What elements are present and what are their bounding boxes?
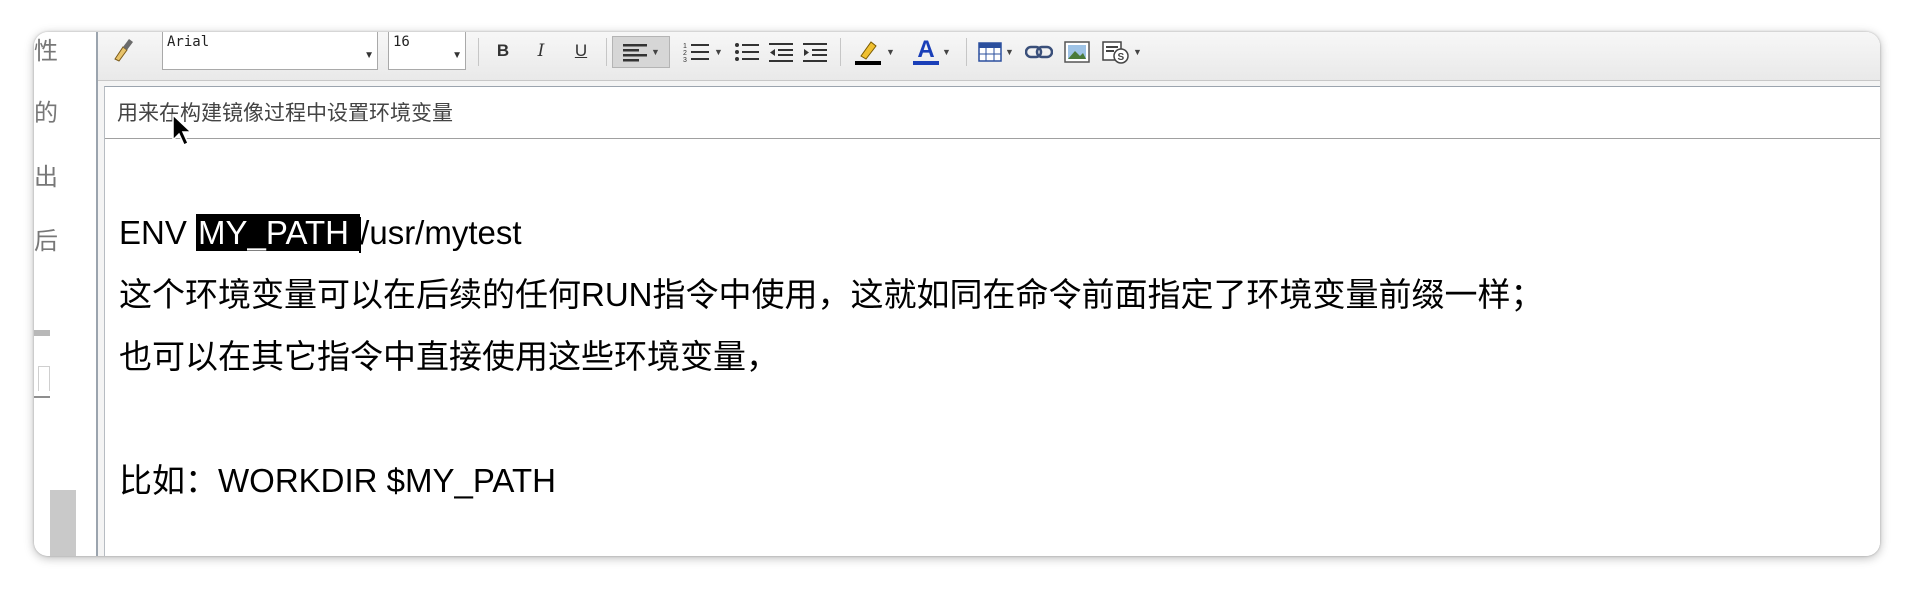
ordered-list-button[interactable]: 123 ▼: [680, 38, 726, 66]
svg-text:1: 1: [683, 43, 687, 50]
left-divider: [38, 366, 50, 391]
font-color-swatch: [913, 61, 940, 65]
italic-button[interactable]: I: [528, 38, 554, 64]
svg-text:S: S: [1118, 52, 1125, 63]
font-color-icon: A: [917, 36, 935, 63]
env-path: /usr/mytest: [360, 214, 522, 251]
note-title[interactable]: 用来在构建镜像过程中设置环境变量: [105, 87, 1880, 139]
font-size-value: 16: [393, 34, 410, 50]
font-size-select[interactable]: 16 ▼: [388, 32, 466, 70]
body-line-description: 这个环境变量可以在后续的任何RUN指令中使用，这就如同在命令前面指定了环境变量前…: [119, 276, 1544, 313]
sidebar-char: 后: [34, 228, 58, 255]
font-family-value: Arial: [167, 34, 210, 50]
align-left-button[interactable]: ▼: [612, 36, 670, 68]
outdent-icon: [769, 43, 793, 62]
toolbar-separator: [606, 38, 607, 66]
align-left-icon: [623, 44, 648, 62]
ordered-list-icon: 123: [683, 43, 710, 63]
editor-toolbar: Arial ▼ 16 ▼ B I U ▼ 123 ▼ ▼ A ▼ ▼ S ▼: [98, 32, 1880, 81]
chevron-down-icon: ▼: [942, 47, 951, 57]
body-line-example: 比如：WORKDIR $MY_PATH: [119, 462, 556, 499]
chevron-down-icon: ▼: [452, 50, 462, 61]
chevron-down-icon: ▼: [651, 47, 660, 57]
toolbar-separator: [966, 38, 967, 66]
left-divider: [34, 396, 50, 398]
sidebar-char: 出: [34, 164, 58, 191]
table-icon: [978, 42, 1002, 62]
toolbar-separator: [478, 38, 479, 66]
left-panel: 性 的 出 后: [34, 32, 96, 556]
body-line-env: ENV MY_PATH /usr/mytest: [119, 213, 522, 254]
left-scrollbar-thumb[interactable]: [50, 490, 76, 556]
outdent-button[interactable]: [766, 38, 796, 66]
mouse-pointer-icon: [172, 114, 192, 147]
font-color-button[interactable]: A ▼: [906, 36, 958, 68]
underline-button[interactable]: U: [568, 38, 594, 64]
rich-text-editor: Arial ▼ 16 ▼ B I U ▼ 123 ▼ ▼ A ▼ ▼ S ▼ 用…: [96, 32, 1880, 556]
highlighter-icon: [855, 41, 882, 65]
insert-image-button[interactable]: [1060, 38, 1094, 66]
code-snippet-icon: S: [1102, 41, 1129, 64]
bulleted-list-icon: [735, 43, 759, 61]
image-icon: [1064, 41, 1090, 63]
bold-button[interactable]: B: [490, 38, 516, 64]
document-area[interactable]: 用来在构建镜像过程中设置环境变量 ENV MY_PATH /usr/mytest…: [104, 86, 1880, 556]
left-divider: [34, 330, 50, 336]
sidebar-char: 的: [34, 100, 58, 127]
selected-text: MY_PATH: [196, 214, 361, 251]
chevron-down-icon: ▼: [886, 47, 895, 57]
indent-button[interactable]: [800, 38, 830, 66]
chevron-down-icon: ▼: [1133, 47, 1142, 57]
editor-window: 性 的 出 后 Arial ▼ 16 ▼ B I U ▼ 1 2 3 ▼ ▼ A…: [34, 32, 1880, 556]
highlight-color-button[interactable]: ▼: [848, 36, 900, 68]
insert-table-button[interactable]: ▼: [974, 38, 1018, 66]
body-line-usage: 也可以在其它指令中直接使用这些环境变量，: [119, 338, 779, 375]
insert-link-button[interactable]: [1022, 38, 1056, 66]
chevron-down-icon: ▼: [364, 50, 374, 61]
indent-icon: [803, 43, 827, 62]
chevron-down-icon: ▼: [1005, 47, 1014, 57]
link-icon: [1025, 45, 1053, 59]
unordered-list-button[interactable]: [732, 38, 762, 66]
svg-text:3: 3: [683, 57, 687, 63]
toolbar-separator: [840, 38, 841, 66]
insert-code-button[interactable]: S ▼: [1098, 38, 1146, 66]
chevron-down-icon: ▼: [714, 47, 723, 57]
sidebar-char: 性: [34, 38, 58, 65]
svg-text:2: 2: [683, 50, 687, 57]
env-keyword: ENV: [119, 214, 197, 251]
format-painter-icon[interactable]: [106, 34, 138, 66]
font-family-select[interactable]: Arial ▼: [162, 32, 378, 70]
